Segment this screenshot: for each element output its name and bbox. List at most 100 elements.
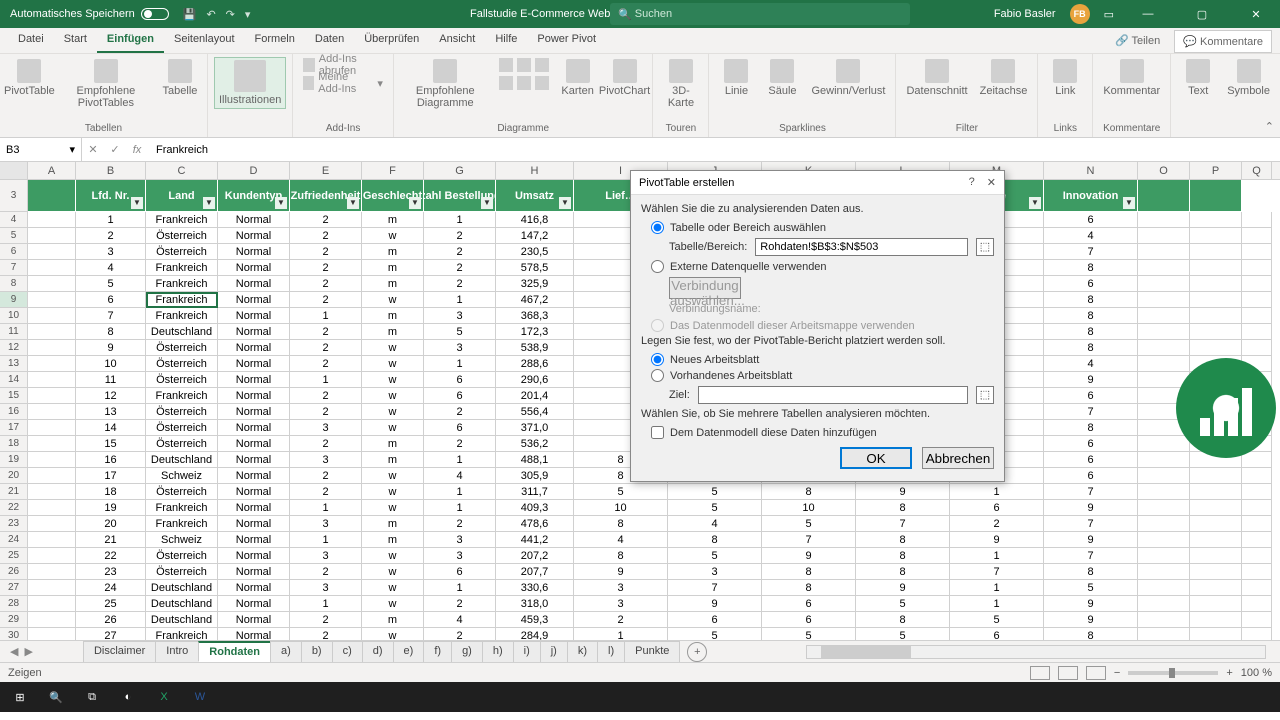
cell[interactable]: 305,9 bbox=[496, 468, 574, 484]
dialog-help-icon[interactable]: ? bbox=[969, 176, 975, 189]
cell[interactable]: 4 bbox=[76, 260, 146, 276]
cell[interactable] bbox=[1138, 452, 1190, 468]
cell[interactable]: 7 bbox=[762, 532, 856, 548]
cell[interactable]: 6 bbox=[950, 628, 1044, 640]
cell[interactable]: 1 bbox=[290, 308, 362, 324]
cell[interactable]: 409,3 bbox=[496, 500, 574, 516]
cell[interactable]: 3 bbox=[290, 452, 362, 468]
cell[interactable]: 21 bbox=[76, 532, 146, 548]
cell[interactable]: Normal bbox=[218, 468, 290, 484]
cell[interactable] bbox=[1242, 516, 1272, 532]
table-header-cell[interactable]: Geschlecht▼ bbox=[362, 180, 424, 212]
undo-icon[interactable]: ↶ bbox=[206, 8, 215, 21]
column-header[interactable]: F bbox=[362, 162, 424, 179]
cell[interactable]: 7 bbox=[950, 564, 1044, 580]
sheet-nav-next-icon[interactable]: ▶ bbox=[24, 645, 32, 658]
sheet-tab[interactable]: Intro bbox=[155, 641, 199, 662]
cell[interactable]: Normal bbox=[218, 276, 290, 292]
cell[interactable]: 288,6 bbox=[496, 356, 574, 372]
row-header[interactable]: 10 bbox=[0, 308, 28, 324]
cell[interactable] bbox=[28, 628, 76, 640]
row-header[interactable]: 7 bbox=[0, 260, 28, 276]
sparkline-winloss-button[interactable]: Gewinn/Verlust bbox=[807, 57, 889, 99]
cell[interactable]: 24 bbox=[76, 580, 146, 596]
cell[interactable]: 6 bbox=[668, 612, 762, 628]
taskview-icon[interactable]: ⧉ bbox=[78, 686, 106, 708]
column-header[interactable]: B bbox=[76, 162, 146, 179]
cell[interactable]: 27 bbox=[76, 628, 146, 640]
cell[interactable]: 5 bbox=[668, 628, 762, 640]
cell[interactable]: 5 bbox=[950, 612, 1044, 628]
target-picker-icon[interactable]: ⬚ bbox=[976, 386, 994, 404]
cell[interactable]: 1 bbox=[424, 484, 496, 500]
cell[interactable]: Frankreich bbox=[146, 212, 218, 228]
cell[interactable]: 8 bbox=[762, 564, 856, 580]
row-header[interactable]: 9 bbox=[0, 292, 28, 308]
cell[interactable]: Schweiz bbox=[146, 532, 218, 548]
cell[interactable]: 7 bbox=[668, 580, 762, 596]
cell[interactable] bbox=[1190, 244, 1242, 260]
cell[interactable]: 9 bbox=[76, 340, 146, 356]
cell[interactable]: 9 bbox=[762, 548, 856, 564]
radio-new-sheet[interactable] bbox=[651, 353, 664, 366]
cell[interactable]: 1 bbox=[424, 500, 496, 516]
cell[interactable]: Normal bbox=[218, 228, 290, 244]
cell[interactable]: 16 bbox=[76, 452, 146, 468]
cell[interactable]: 1 bbox=[424, 212, 496, 228]
cell[interactable]: 1 bbox=[290, 532, 362, 548]
cell[interactable]: 2 bbox=[290, 244, 362, 260]
cell[interactable] bbox=[1242, 244, 1272, 260]
cell[interactable]: 8 bbox=[762, 580, 856, 596]
cell[interactable] bbox=[1190, 340, 1242, 356]
cell[interactable]: w bbox=[362, 228, 424, 244]
cell[interactable]: 3 bbox=[290, 420, 362, 436]
cell[interactable]: 3 bbox=[76, 244, 146, 260]
maximize-icon[interactable]: ▢ bbox=[1182, 8, 1222, 21]
table-header-cell[interactable] bbox=[1190, 180, 1242, 212]
cell[interactable] bbox=[28, 356, 76, 372]
cell[interactable]: m bbox=[362, 436, 424, 452]
cell[interactable]: Normal bbox=[218, 388, 290, 404]
filter-dropdown-icon[interactable]: ▼ bbox=[409, 197, 421, 209]
cell[interactable]: 14 bbox=[76, 420, 146, 436]
cell[interactable]: 9 bbox=[950, 532, 1044, 548]
search-taskbar-icon[interactable]: 🔍 bbox=[42, 686, 70, 708]
cell[interactable] bbox=[1242, 484, 1272, 500]
cell[interactable] bbox=[1138, 596, 1190, 612]
cell[interactable]: 6 bbox=[762, 596, 856, 612]
row-header[interactable]: 30 bbox=[0, 628, 28, 640]
collapse-ribbon-icon[interactable]: ⌃ bbox=[1265, 120, 1274, 133]
row-header[interactable]: 19 bbox=[0, 452, 28, 468]
cell[interactable]: 147,2 bbox=[496, 228, 574, 244]
cell[interactable]: Normal bbox=[218, 292, 290, 308]
cell[interactable]: Frankreich bbox=[146, 308, 218, 324]
filter-dropdown-icon[interactable]: ▼ bbox=[1029, 197, 1041, 209]
cell[interactable]: 6 bbox=[76, 292, 146, 308]
cell[interactable]: 5 bbox=[668, 548, 762, 564]
zoom-slider[interactable] bbox=[1128, 671, 1218, 675]
cell[interactable]: Frankreich bbox=[146, 516, 218, 532]
cell[interactable] bbox=[1138, 500, 1190, 516]
cell[interactable]: 1 bbox=[574, 628, 668, 640]
cell[interactable]: w bbox=[362, 420, 424, 436]
cell[interactable]: 5 bbox=[856, 596, 950, 612]
cell[interactable]: 172,3 bbox=[496, 324, 574, 340]
cell[interactable]: 1 bbox=[290, 500, 362, 516]
cell[interactable] bbox=[1190, 548, 1242, 564]
sparkline-column-button[interactable]: Säule bbox=[761, 57, 803, 99]
cell[interactable]: Deutschland bbox=[146, 452, 218, 468]
cell[interactable]: 2 bbox=[424, 436, 496, 452]
cell[interactable]: 1 bbox=[76, 212, 146, 228]
row-header[interactable]: 26 bbox=[0, 564, 28, 580]
cell[interactable]: m bbox=[362, 260, 424, 276]
sheet-tab[interactable]: c) bbox=[332, 641, 363, 662]
cell[interactable]: 459,3 bbox=[496, 612, 574, 628]
cell[interactable] bbox=[1242, 548, 1272, 564]
cell[interactable] bbox=[1138, 484, 1190, 500]
range-input[interactable] bbox=[755, 238, 968, 256]
cell[interactable]: Normal bbox=[218, 532, 290, 548]
row-header[interactable]: 23 bbox=[0, 516, 28, 532]
cell[interactable] bbox=[1138, 292, 1190, 308]
cell[interactable]: Österreich bbox=[146, 564, 218, 580]
row-header[interactable]: 21 bbox=[0, 484, 28, 500]
